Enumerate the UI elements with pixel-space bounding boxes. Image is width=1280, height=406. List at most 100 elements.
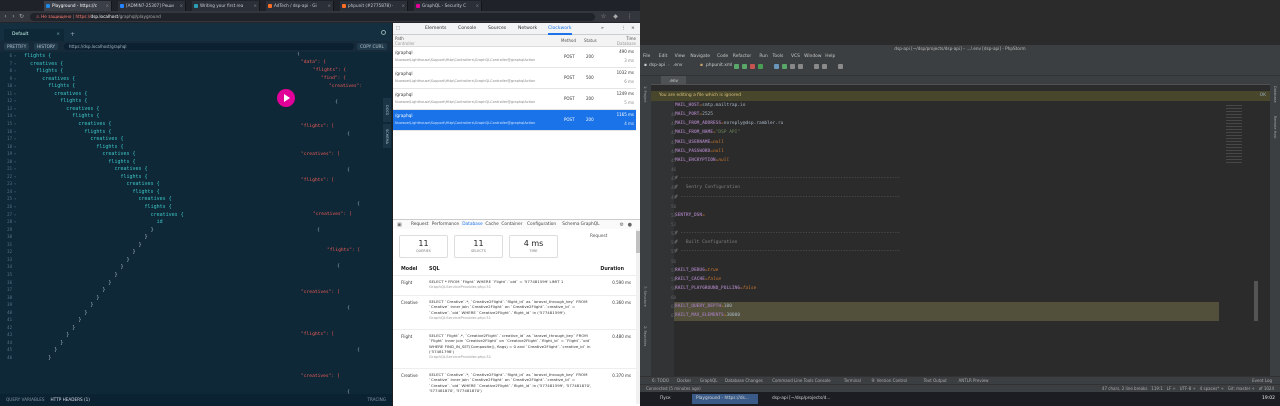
remote-host-tool-tab[interactable]: Remote Host: [1273, 116, 1277, 139]
taskbar-item-browser[interactable]: Playground - https://ds...: [692, 394, 758, 404]
schema-tab[interactable]: SCHEMA: [383, 124, 391, 148]
history-button[interactable]: HISTORY: [34, 43, 59, 50]
devtools-tab[interactable]: Clockwork: [548, 23, 572, 35]
address-bar[interactable]: ⚠ Не защищено | https://dsp.localhost/gr…: [30, 13, 595, 21]
request-row[interactable]: /graphql Nuwave\Lighthouse\Support\Http\C…: [393, 110, 636, 131]
devtools-tab[interactable]: Sources: [488, 23, 506, 35]
request-row[interactable]: /graphql Nuwave\Lighthouse\Support\Http\C…: [393, 68, 636, 89]
back-icon[interactable]: ‹: [2, 13, 9, 21]
browser-tab[interactable]: GraphQL - Security C ×: [414, 1, 482, 11]
browser-tab[interactable]: phpunit (#2775878) · ×: [340, 1, 408, 11]
notice-ok-button[interactable]: OK: [1260, 91, 1266, 101]
project-structure-icon[interactable]: [822, 64, 827, 69]
vcs-update-icon[interactable]: [774, 64, 779, 69]
close-tab-icon[interactable]: ×: [475, 1, 479, 11]
endpoint-input[interactable]: https://dsp.localhost/graphql: [64, 43, 354, 50]
menu-item[interactable]: VCS: [791, 53, 800, 61]
menu-icon[interactable]: ⋮: [626, 13, 633, 21]
run-config-select[interactable]: phpunit.xml: [706, 63, 732, 68]
detail-tab[interactable]: Database: [462, 220, 483, 230]
settings-icon[interactable]: ⚙: [620, 220, 624, 230]
devtools-tab[interactable]: Console: [458, 23, 476, 35]
rollback-icon[interactable]: [798, 64, 803, 69]
close-tab-icon[interactable]: ×: [401, 1, 405, 11]
inspect-icon[interactable]: ▣: [397, 222, 402, 228]
close-tab-icon[interactable]: ×: [253, 1, 257, 11]
run-query-button[interactable]: [277, 89, 295, 107]
search-icon[interactable]: [838, 64, 843, 69]
menu-item[interactable]: Tools: [773, 53, 784, 61]
debug-icon[interactable]: [742, 64, 747, 69]
http-headers-tab[interactable]: HTTP HEADERS (1): [51, 397, 90, 402]
tracing-tab[interactable]: TRACING: [367, 394, 386, 406]
vcs-commit-icon[interactable]: [782, 64, 787, 69]
devtools-menu-icon[interactable]: ⋮: [621, 23, 626, 35]
devtools-tab[interactable]: Elements: [425, 23, 446, 35]
query-row[interactable]: Creative SELECT `Creative`.*, `Creative2F…: [393, 295, 636, 329]
prettify-button[interactable]: PRETTIFY: [4, 43, 30, 50]
settings-icon[interactable]: [814, 64, 819, 69]
settings-gear-icon[interactable]: [381, 30, 386, 35]
close-tab-icon[interactable]: ×: [105, 1, 109, 11]
request-link[interactable]: Request: [590, 234, 607, 239]
extension-icon[interactable]: ◆: [612, 13, 619, 21]
menu-item[interactable]: View: [675, 53, 685, 61]
favorites-tool-tab[interactable]: 2: Favorites: [643, 326, 647, 346]
close-icon[interactable]: ×: [56, 29, 60, 41]
menu-item[interactable]: Edit: [659, 53, 668, 61]
menu-item[interactable]: Run: [759, 53, 767, 61]
code-editor[interactable]: MAIL_HOST=smtp.mailtrap.io MAIL_PORT=2525…: [674, 101, 1219, 376]
browser-tab[interactable]: Playground - https://c ×: [44, 1, 112, 11]
editor-tab-env[interactable]: .env: [661, 76, 687, 85]
run-icon[interactable]: [734, 64, 739, 69]
breadcrumb-file[interactable]: .env: [673, 63, 682, 68]
request-row[interactable]: /graphql Nuwave\Lighthouse\Support\Http\C…: [393, 89, 636, 110]
detail-tab[interactable]: Cache: [485, 220, 498, 230]
breadcrumb-project[interactable]: dsp-api: [649, 63, 665, 68]
browser-tab[interactable]: Writing your first rea ×: [192, 1, 260, 11]
detail-tab[interactable]: Container: [501, 220, 522, 230]
query-variables-tab[interactable]: QUERY VARIABLES: [6, 397, 45, 402]
query-editor[interactable]: 6 ▾ flights {7 ▾ creatives {8 ▾ flights {9 ▾…: [0, 52, 275, 399]
query-row[interactable]: Creative SELECT `Creative`.*, `Creative2F…: [393, 368, 636, 406]
close-devtools-icon[interactable]: ×: [631, 23, 635, 35]
close-tab-icon[interactable]: ×: [327, 1, 331, 11]
menu-item[interactable]: Navigate: [690, 53, 710, 61]
close-tab-icon[interactable]: ×: [179, 1, 183, 11]
detail-tab[interactable]: GraphQL: [581, 220, 600, 230]
copy-curl-button[interactable]: COPY CURL: [357, 43, 387, 50]
detail-tab[interactable]: Performance: [432, 220, 459, 230]
inspect-element-icon[interactable]: ⬚: [396, 23, 400, 35]
docs-tab[interactable]: DOCS: [383, 98, 391, 122]
query-row[interactable]: Flight SELECT `Flight`.*, `Creative2Fligh…: [393, 329, 636, 368]
devtools-tab[interactable]: Network: [518, 23, 537, 35]
menu-item[interactable]: Window: [804, 53, 821, 61]
menu-item[interactable]: Code: [717, 53, 728, 61]
browser-tab[interactable]: [ADMIN7-25307] Реши ×: [118, 1, 186, 11]
add-tab-icon[interactable]: +: [70, 31, 75, 38]
stop-icon[interactable]: [750, 64, 755, 69]
detail-tab[interactable]: Configuration: [527, 220, 556, 230]
taskbar-item-phpstorm[interactable]: dsp-api [~/dsp/projects/d...: [768, 394, 834, 404]
database-tool-tab[interactable]: Database: [1273, 86, 1277, 103]
menu-item[interactable]: Refactor: [733, 53, 751, 61]
start-button[interactable]: Пуск: [656, 394, 675, 404]
detail-tab[interactable]: Schema: [562, 220, 579, 230]
project-tool-tab[interactable]: 1: Project: [643, 86, 647, 103]
more-tabs-icon[interactable]: »: [601, 23, 604, 35]
browser-tab[interactable]: AdTech / dsp-api · Gi ×: [266, 1, 334, 11]
history-icon[interactable]: [790, 64, 795, 69]
detail-tab[interactable]: Request: [411, 220, 428, 230]
more-icon[interactable]: ●: [628, 220, 632, 230]
menu-item[interactable]: Help: [825, 53, 835, 61]
menu-item[interactable]: File: [643, 53, 650, 61]
playground-tab-default[interactable]: Default ×: [4, 29, 64, 41]
request-row[interactable]: /graphql Nuwave\Lighthouse\Support\Http\C…: [393, 47, 636, 68]
coverage-icon[interactable]: [758, 64, 763, 69]
reload-icon[interactable]: ↻: [18, 13, 25, 21]
star-icon[interactable]: ☆: [600, 13, 607, 21]
query-row[interactable]: Flight SELECT * FROM `Flight` WHERE `Flig…: [393, 275, 636, 295]
line-number: 16: [7, 128, 12, 134]
structure-tool-tab[interactable]: 7: Structure: [643, 286, 647, 307]
forward-icon[interactable]: ›: [10, 13, 17, 21]
